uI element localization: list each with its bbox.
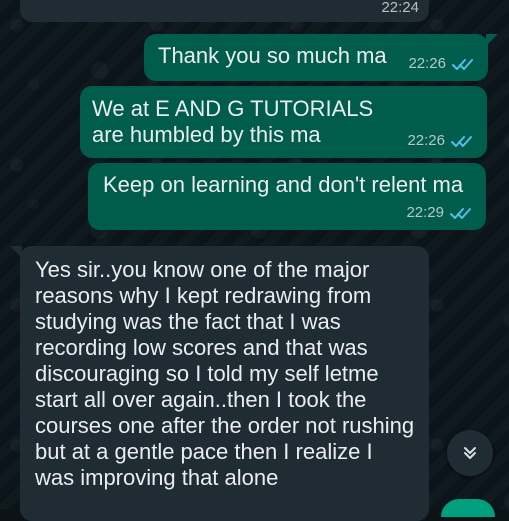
message-bubble-outgoing-thank-you[interactable]: Thank you so much ma 22:26: [144, 34, 498, 81]
message-meta: 22:29: [406, 204, 472, 222]
message-timestamp: 22:29: [406, 204, 444, 221]
double-chevron-down-icon: [460, 443, 480, 463]
message-timestamp: 22:24: [381, 0, 419, 16]
message-timestamp: 22:26: [408, 55, 446, 72]
partially-visible-action-button[interactable]: [441, 499, 495, 517]
bubble-tail: [486, 34, 498, 46]
message-text: We at E AND G TUTORIALS are humbled by t…: [92, 96, 380, 147]
message-text: Keep on learning and don't relent ma: [103, 172, 464, 197]
scroll-to-bottom-button[interactable]: [447, 430, 493, 476]
bubble-tail: [10, 246, 22, 258]
message-bubble-outgoing-humbled[interactable]: We at E AND G TUTORIALS are humbled by t…: [80, 86, 487, 158]
message-bubble-outgoing-keep-learning[interactable]: Keep on learning and don't relent ma 22:…: [88, 163, 486, 230]
message-bubble-incoming-yes-sir[interactable]: Yes sir..you know one of the major reaso…: [10, 246, 429, 521]
message-meta: 22:26: [408, 55, 474, 73]
previous-incoming-message[interactable]: 22:24: [20, 0, 429, 22]
message-text: Thank you so much ma: [158, 43, 387, 68]
message-meta: 22:26: [407, 132, 473, 150]
double-check-icon: [451, 134, 473, 148]
double-check-icon: [452, 57, 474, 71]
message-text: Yes sir..you know one of the major reaso…: [35, 257, 421, 490]
message-timestamp: 22:26: [407, 132, 445, 149]
double-check-icon: [450, 206, 472, 220]
